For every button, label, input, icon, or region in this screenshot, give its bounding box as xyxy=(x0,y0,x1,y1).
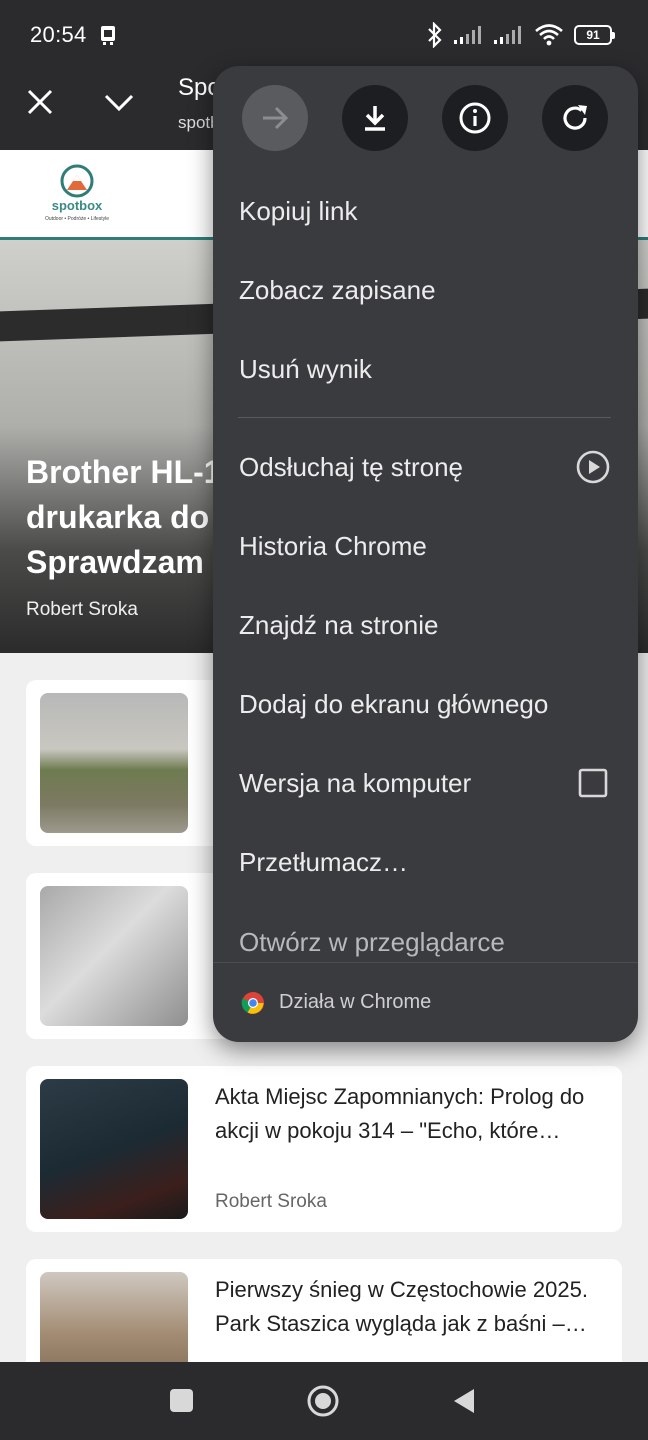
battery-level: 91 xyxy=(586,28,600,42)
menu-item-translate[interactable]: Przetłumacz… xyxy=(213,823,638,902)
chevron-down-icon[interactable] xyxy=(102,86,136,118)
download-icon xyxy=(365,106,385,131)
menu-item-label: Zobacz zapisane xyxy=(239,275,436,305)
article-card[interactable]: Akta Miejsc Zapomnianych: Prolog do akcj… xyxy=(26,1066,622,1232)
bluetooth-icon xyxy=(428,22,442,48)
menu-item-saved[interactable]: Zobacz zapisane xyxy=(213,251,638,330)
menu-footer-text: Działa w Chrome xyxy=(279,991,432,1013)
download-button[interactable] xyxy=(342,85,408,151)
home-icon[interactable] xyxy=(306,1384,340,1418)
recents-icon[interactable] xyxy=(170,1389,193,1412)
overflow-menu: Kopiuj link Zobacz zapisane Usuń wynik O… xyxy=(213,66,638,1042)
menu-item-open-in-browser[interactable]: Otwórz w przeglądarce xyxy=(213,918,638,962)
menu-item-copy-link[interactable]: Kopiuj link xyxy=(213,172,638,251)
article-thumbnail xyxy=(40,886,188,1026)
battery-icon: 91 xyxy=(574,25,615,45)
menu-item-history[interactable]: Historia Chrome xyxy=(213,507,638,586)
logo-subtitle: Outdoor • Podróże • Lifestyle xyxy=(44,216,110,222)
article-title[interactable]: Pierwszy śnieg w Częstochowie 2025. Park… xyxy=(215,1273,615,1341)
menu-divider xyxy=(238,417,611,418)
refresh-icon xyxy=(563,105,587,130)
play-circle-icon xyxy=(576,450,610,484)
menu-footer: Działa w Chrome xyxy=(213,962,638,1042)
menu-item-add-to-home[interactable]: Dodaj do ekranu głównego xyxy=(213,665,638,744)
forward-button[interactable] xyxy=(242,85,308,151)
checkbox-icon[interactable] xyxy=(576,766,610,800)
status-time: 20:54 xyxy=(30,22,87,47)
menu-item-label: Kopiuj link xyxy=(239,196,358,226)
signal-icon xyxy=(494,26,521,44)
refresh-button[interactable] xyxy=(542,85,608,151)
menu-item-desktop-site[interactable]: Wersja na komputer xyxy=(213,744,638,823)
page-info-button[interactable] xyxy=(442,85,508,151)
article-thumbnail xyxy=(40,1079,188,1219)
menu-item-label: Znajdź na stronie xyxy=(239,610,439,640)
info-icon xyxy=(459,102,491,134)
menu-item-label: Wersja na komputer xyxy=(239,768,472,798)
hero-author: Robert Sroka xyxy=(26,599,138,620)
sim-icon xyxy=(101,26,115,45)
close-icon[interactable] xyxy=(24,86,56,118)
system-nav-bar xyxy=(0,1362,648,1440)
menu-item-remove-result[interactable]: Usuń wynik xyxy=(213,330,638,409)
logo-mountain-icon xyxy=(60,164,94,198)
article-author: Robert Sroka xyxy=(215,1191,327,1212)
chrome-logo-icon xyxy=(241,991,264,1014)
site-logo[interactable]: spotbox Outdoor • Podróże • Lifestyle xyxy=(36,164,118,230)
menu-item-label: Otwórz w przeglądarce xyxy=(239,927,505,957)
menu-icon-row xyxy=(213,66,638,176)
back-icon[interactable] xyxy=(452,1387,476,1415)
menu-item-find-in-page[interactable]: Znajdź na stronie xyxy=(213,586,638,665)
article-thumbnail xyxy=(40,693,188,833)
forward-icon xyxy=(263,106,289,130)
status-icons: 91 xyxy=(426,22,615,48)
menu-item-label: Odsłuchaj tę stronę xyxy=(239,452,464,482)
wifi-icon xyxy=(535,24,563,46)
signal-icon xyxy=(454,26,481,44)
article-title[interactable]: Akta Miejsc Zapomnianych: Prolog do akcj… xyxy=(215,1080,615,1148)
menu-item-label: Usuń wynik xyxy=(239,354,372,384)
logo-text: spotbox xyxy=(51,198,103,213)
status-bar: 20:54 91 xyxy=(0,0,648,68)
menu-item-label: Przetłumacz… xyxy=(239,847,409,877)
menu-item-label: Historia Chrome xyxy=(239,531,427,561)
menu-item-label: Dodaj do ekranu głównego xyxy=(239,689,549,719)
hero-title[interactable]: Brother HL-1 drukarka do Sprawdzam xyxy=(26,450,222,585)
menu-item-listen[interactable]: Odsłuchaj tę stronę xyxy=(213,428,638,507)
